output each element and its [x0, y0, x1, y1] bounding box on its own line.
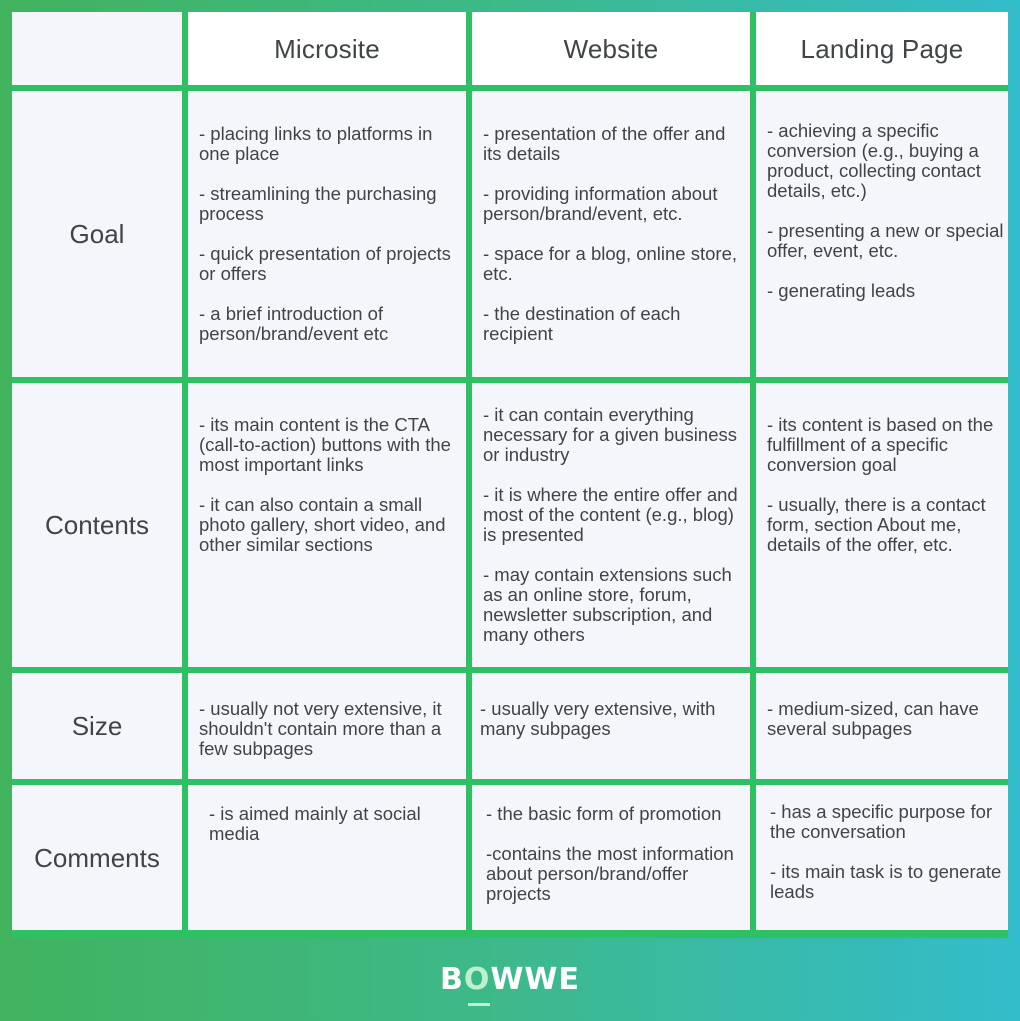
list-item: - presenting a new or special offer, eve… [767, 220, 1004, 261]
list-item: - usually not very extensive, it shouldn… [199, 698, 442, 759]
list-item: - its main task is to generate leads [770, 861, 1002, 902]
row-label-contents: Contents [12, 383, 182, 667]
goal-website-cell: - presentation of the offer and its deta… [472, 91, 750, 377]
goal-microsite-cell: - placing links to platforms in one plac… [188, 91, 466, 377]
list-item: - presentation of the offer and its deta… [483, 123, 726, 164]
row-label-size: Size [12, 673, 182, 779]
list-item: - medium-sized, can have several subpage… [767, 698, 979, 739]
bowwe-logo: BOWWE [439, 962, 581, 1006]
list-item: - it is where the entire offer and most … [483, 484, 738, 545]
list-item: - a brief introduction of person/brand/e… [199, 303, 389, 344]
logo-prefix: B [439, 962, 464, 997]
size-microsite-cell: - usually not very extensive, it shouldn… [188, 673, 466, 779]
comments-landing-page-cell: - has a specific purpose for the convers… [756, 785, 1008, 930]
comments-website-cell: - the basic form of promotion -contains … [472, 785, 750, 930]
list-item: - its main content is the CTA (call-to-a… [199, 414, 451, 475]
list-item: - usually, there is a contact form, sect… [767, 494, 986, 555]
list-item: - usually very extensive, with many subp… [480, 698, 716, 739]
row-label-comments: Comments [12, 785, 182, 930]
logo-suffix: WWE [490, 962, 581, 997]
footer: BOWWE [0, 938, 1020, 1021]
list-item: - space for a blog, online store, etc. [483, 243, 738, 284]
list-item: - providing information about person/bra… [483, 183, 718, 224]
list-item: - has a specific purpose for the convers… [770, 801, 993, 842]
list-item: - it can contain everything necessary fo… [483, 404, 737, 465]
logo-o: O [463, 962, 491, 997]
list-item: - generating leads [767, 280, 916, 301]
column-header-website: Website [472, 12, 750, 85]
contents-website-cell: - it can contain everything necessary fo… [472, 383, 750, 667]
size-website-cell: - usually very extensive, with many subp… [472, 673, 750, 779]
list-item: - its content is based on the fulfillmen… [767, 414, 994, 475]
row-label-goal: Goal [12, 91, 182, 377]
list-item: - placing links to platforms in one plac… [199, 123, 433, 164]
logo-underline-icon [467, 1003, 490, 1006]
list-item: - the basic form of promotion [486, 803, 722, 824]
corner-cell [12, 12, 182, 85]
size-landing-page-cell: - medium-sized, can have several subpage… [756, 673, 1008, 779]
list-item: - achieving a specific conversion (e.g.,… [767, 120, 981, 201]
list-item: - the destination of each recipient [483, 303, 681, 344]
list-item: - it can also contain a small photo gall… [199, 494, 446, 555]
list-item: - quick presentation of projects or offe… [199, 243, 451, 284]
list-item: - may contain extensions such as an onli… [483, 564, 732, 645]
comments-microsite-cell: - is aimed mainly at social media [188, 785, 466, 930]
list-item: - streamlining the purchasing process [199, 183, 437, 224]
column-header-microsite: Microsite [188, 12, 466, 85]
contents-landing-page-cell: - its content is based on the fulfillmen… [756, 383, 1008, 667]
goal-landing-page-cell: - achieving a specific conversion (e.g.,… [756, 91, 1008, 377]
contents-microsite-cell: - its main content is the CTA (call-to-a… [188, 383, 466, 667]
comparison-table: Microsite Website Landing Page Goal - pl… [12, 12, 1008, 938]
column-header-landing-page: Landing Page [756, 12, 1008, 85]
list-item: -contains the most information about per… [486, 843, 734, 904]
list-item: - is aimed mainly at social media [209, 803, 421, 844]
